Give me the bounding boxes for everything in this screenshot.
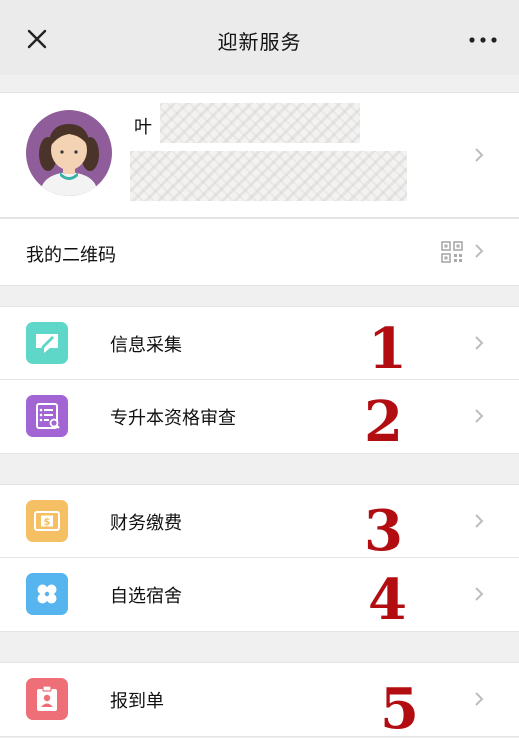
checklist-icon	[26, 395, 68, 437]
more-icon[interactable]	[467, 28, 499, 52]
page-title: 迎新服务	[217, 30, 302, 54]
menu-item-label: 财务缴费	[110, 513, 182, 534]
menu-item-info-collection[interactable]: 信息采集 1	[0, 307, 519, 380]
chevron-right-icon	[475, 244, 484, 258]
chevron-right-icon	[475, 336, 484, 350]
menu-item-label: 自选宿舍	[110, 586, 182, 607]
chevron-right-icon	[475, 587, 484, 601]
divider	[0, 631, 519, 632]
menu-item-registration-form[interactable]: 报到单 5	[0, 663, 519, 738]
badge-icon	[26, 678, 68, 720]
menu-item-label: 专升本资格审查	[110, 408, 236, 429]
top-bar: 迎新服务	[0, 0, 519, 75]
menu-item-label: 报到单	[110, 691, 164, 712]
annotation-number: 4	[368, 567, 407, 633]
my-qr-code-row[interactable]: 我的二维码	[0, 218, 519, 286]
divider	[0, 736, 519, 737]
chevron-right-icon	[475, 514, 484, 528]
chevron-right-icon	[475, 692, 484, 706]
user-name: 叶	[134, 117, 152, 138]
menu-item-label: 信息采集	[110, 335, 182, 356]
dorm-icon	[26, 573, 68, 615]
annotation-number: 5	[380, 676, 419, 738]
menu-item-payment[interactable]: $ 财务缴费 3	[0, 485, 519, 564]
menu-item-upgrade-review[interactable]: 专升本资格审查 2	[0, 380, 519, 453]
redacted-area	[160, 103, 360, 143]
avatar	[26, 110, 112, 196]
qr-code-label: 我的二维码	[26, 245, 116, 266]
svg-text:$: $	[44, 517, 51, 528]
menu-item-dorm-selection[interactable]: 自选宿舍 4	[0, 558, 519, 631]
profile-card[interactable]: 叶	[0, 92, 519, 218]
chevron-right-icon	[475, 148, 484, 162]
edit-icon	[26, 322, 68, 364]
redacted-area	[130, 151, 407, 201]
divider	[0, 453, 519, 454]
annotation-number: 2	[364, 389, 403, 455]
chevron-right-icon	[475, 409, 484, 423]
payment-icon: $	[26, 500, 68, 542]
qr-code-icon	[441, 241, 463, 263]
annotation-number: 1	[368, 316, 407, 382]
annotation-number: 3	[364, 498, 403, 564]
